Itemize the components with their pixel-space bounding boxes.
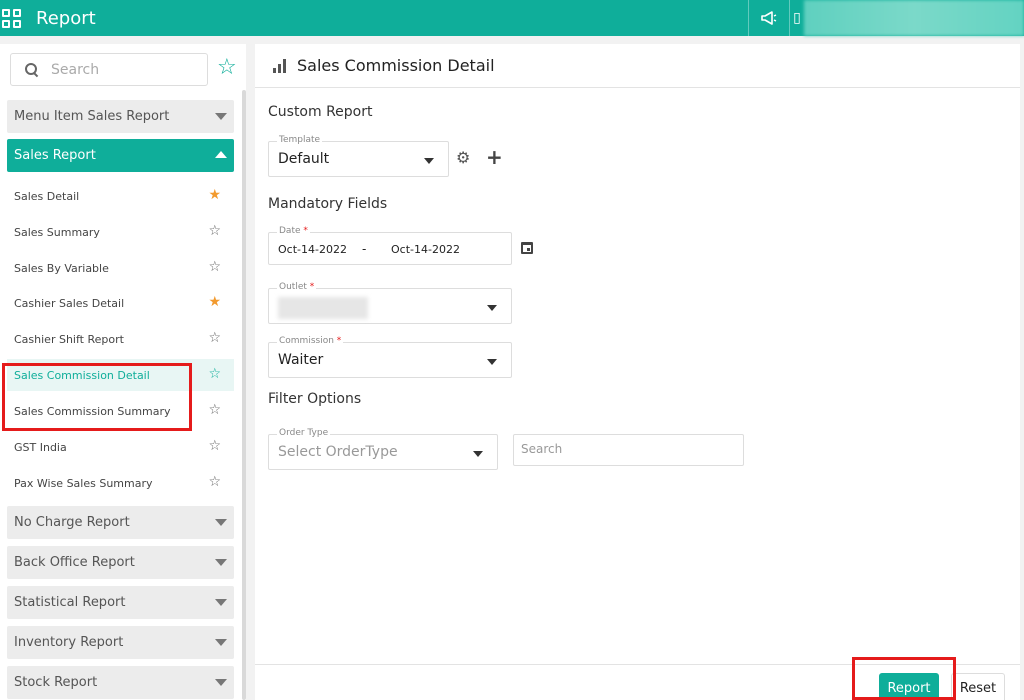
sidebar-item-pax-wise-sales-summary[interactable]: Pax Wise Sales Summary ☆ <box>7 467 234 499</box>
favorites-star-icon[interactable]: ☆ <box>217 56 237 80</box>
sidebar-item-cashier-shift-report[interactable]: Cashier Shift Report ☆ <box>7 323 234 355</box>
group-menu-item-sales-report[interactable]: Menu Item Sales Report <box>7 100 234 133</box>
apps-grid-icon[interactable] <box>0 7 22 29</box>
sidebar-item-sales-summary[interactable]: Sales Summary ☆ <box>7 216 234 248</box>
date-separator: - <box>362 242 367 256</box>
add-template-icon[interactable]: + <box>486 147 503 167</box>
chevron-down-icon <box>215 559 227 566</box>
sidebar-scrollbar[interactable] <box>242 90 246 700</box>
sidebar-item-sales-detail[interactable]: Sales Detail ★ <box>7 180 234 212</box>
chevron-down-icon <box>215 113 227 120</box>
chevron-down-icon <box>215 599 227 606</box>
sidebar-item-cashier-sales-detail[interactable]: Cashier Sales Detail ★ <box>7 287 234 319</box>
star-outline-icon[interactable]: ☆ <box>208 402 221 418</box>
star-outline-icon[interactable]: ☆ <box>208 366 221 382</box>
chevron-down-icon <box>215 639 227 646</box>
section-mandatory-fields: Mandatory Fields <box>268 196 388 212</box>
sidebar-item-gst-india[interactable]: GST India ☆ <box>7 431 234 463</box>
star-filled-icon[interactable]: ★ <box>208 187 221 203</box>
order-type-search-input[interactable]: Search <box>513 434 744 466</box>
megaphone-icon[interactable] <box>749 0 789 36</box>
search-placeholder: Search <box>51 61 100 78</box>
highlight-box-sidebar <box>2 363 192 431</box>
outlet-select[interactable]: Outlet * <box>268 282 512 324</box>
group-stock-report[interactable]: Stock Report <box>7 666 234 699</box>
group-no-charge-report[interactable]: No Charge Report <box>7 506 234 539</box>
date-to[interactable]: Oct-14-2022 <box>391 243 460 256</box>
template-select[interactable]: Template Default <box>268 135 449 177</box>
sidebar-search-input[interactable]: Search <box>10 53 208 86</box>
group-back-office-report[interactable]: Back Office Report <box>7 546 234 579</box>
chevron-down-icon <box>473 451 483 457</box>
notification-icon[interactable]: ▯ <box>790 10 804 26</box>
star-outline-icon[interactable]: ☆ <box>208 259 221 275</box>
top-bar: Report ▯ <box>0 0 1024 36</box>
order-type-select[interactable]: Order Type Select OrderType <box>268 428 498 470</box>
highlight-box-report-button <box>852 657 956 700</box>
section-filter-options: Filter Options <box>268 391 362 407</box>
outlet-value-redacted <box>278 297 368 319</box>
app-title: Report <box>36 7 96 29</box>
main-panel: Sales Commission Detail Custom Report Te… <box>255 44 1020 700</box>
main-header: Sales Commission Detail <box>255 44 1020 88</box>
commission-select[interactable]: Commission * Waiter <box>268 336 512 378</box>
search-icon <box>25 62 39 77</box>
chevron-down-icon <box>215 519 227 526</box>
star-outline-icon[interactable]: ☆ <box>208 330 221 346</box>
star-outline-icon[interactable]: ☆ <box>208 474 221 490</box>
chevron-down-icon <box>424 158 434 164</box>
chevron-down-icon <box>487 359 497 365</box>
calendar-icon[interactable] <box>521 242 533 254</box>
date-range-field[interactable]: Date * Oct-14-2022 - Oct-14-2022 <box>268 226 512 265</box>
sidebar-item-sales-by-variable[interactable]: Sales By Variable ☆ <box>7 252 234 284</box>
section-custom-report: Custom Report <box>268 104 373 120</box>
reset-button[interactable]: Reset <box>951 673 1005 700</box>
date-from[interactable]: Oct-14-2022 <box>278 243 347 256</box>
bar-chart-icon <box>273 58 289 73</box>
star-outline-icon[interactable]: ☆ <box>208 438 221 454</box>
star-filled-icon[interactable]: ★ <box>208 294 221 310</box>
group-statistical-report[interactable]: Statistical Report <box>7 586 234 619</box>
gear-icon[interactable]: ⚙ <box>456 148 470 167</box>
chevron-down-icon <box>487 305 497 311</box>
page-title: Sales Commission Detail <box>297 56 495 75</box>
chevron-up-icon <box>215 151 227 158</box>
user-menu[interactable] <box>804 0 1024 36</box>
chevron-down-icon <box>215 679 227 686</box>
star-outline-icon[interactable]: ☆ <box>208 223 221 239</box>
top-right-area: ▯ <box>748 0 1024 36</box>
group-inventory-report[interactable]: Inventory Report <box>7 626 234 659</box>
group-sales-report[interactable]: Sales Report <box>7 139 234 172</box>
